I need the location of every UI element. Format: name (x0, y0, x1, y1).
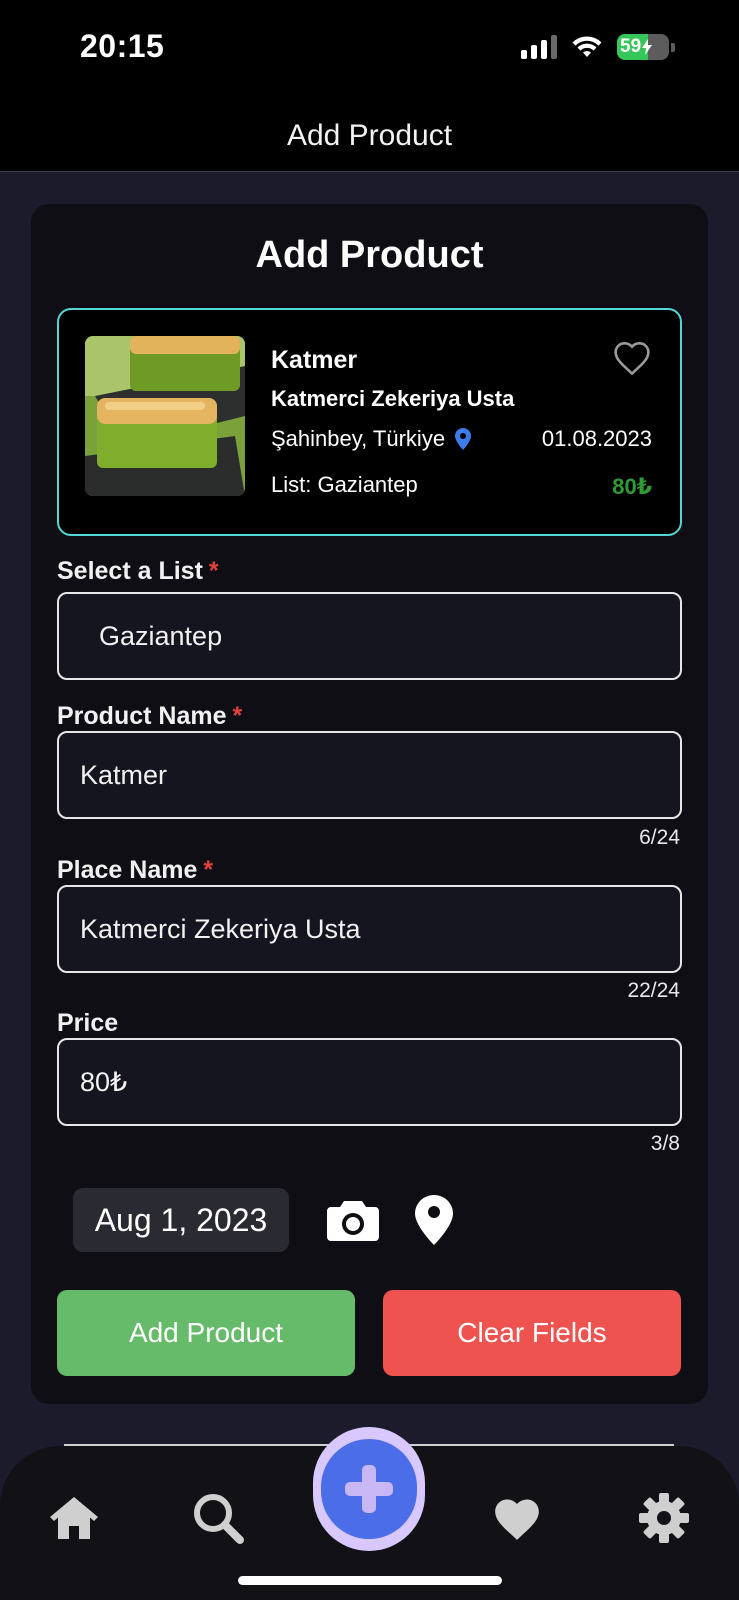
preview-place-name: Katmerci Zekeriya Usta (271, 386, 515, 411)
gear-icon (639, 1493, 689, 1543)
list-select[interactable]: Gaziantep (57, 592, 682, 680)
tab-home[interactable] (44, 1488, 104, 1548)
add-fab-button[interactable] (313, 1427, 425, 1551)
status-time: 20:15 (80, 28, 165, 64)
location-pin-icon (455, 428, 472, 450)
status-bar: 20:15 59 (0, 0, 739, 100)
preview-location: Şahinbey, Türkiye (271, 426, 472, 452)
battery-percent: 59 (620, 36, 642, 57)
price-input[interactable]: 80₺ (57, 1038, 682, 1126)
plus-icon (345, 1465, 393, 1513)
preview-list: List: Gaziantep (271, 472, 418, 497)
heart-outline-icon (614, 341, 650, 376)
list-select-value: Gaziantep (99, 620, 223, 651)
favorite-button[interactable] (612, 340, 652, 381)
status-icons: 59 (521, 34, 675, 60)
home-icon (50, 1497, 98, 1539)
preview-date: 01.08.2023 (541, 426, 652, 451)
battery-icon: 59 (617, 34, 669, 60)
product-name-input[interactable]: Katmer (57, 731, 682, 819)
fab-inner (321, 1439, 417, 1539)
product-name-counter: 6/24 (639, 826, 680, 849)
camera-icon (327, 1201, 379, 1241)
nav-header: Add Product (0, 100, 739, 172)
place-name-counter: 22/24 (627, 979, 680, 1002)
preview-product-name: Katmer (271, 346, 358, 374)
location-pin-icon (415, 1195, 453, 1245)
product-name-label: Product Name * (57, 702, 243, 730)
place-name-input[interactable]: Katmerci Zekeriya Usta (57, 885, 682, 973)
signal-icon (521, 35, 557, 59)
tab-search[interactable] (188, 1488, 248, 1548)
card-title: Add Product (255, 234, 484, 276)
place-name-label: Place Name * (57, 856, 214, 884)
tab-settings[interactable] (634, 1488, 694, 1548)
price-label: Price (57, 1009, 119, 1037)
preview-price: 80₺ (612, 474, 652, 499)
search-icon (194, 1494, 244, 1544)
list-label: Select a List * (57, 557, 219, 585)
add-product-button[interactable]: Add Product (57, 1290, 355, 1376)
product-photo (85, 336, 245, 496)
product-preview: Katmer Katmerci Zekeriya Usta Şahinbey, … (57, 308, 682, 536)
date-picker[interactable]: Aug 1, 2023 (73, 1188, 289, 1252)
add-product-card: Add Product Katmer Katmerci Zekeriya Ust… (31, 204, 708, 1404)
product-name-value: Katmer (80, 759, 168, 790)
tab-favorites[interactable] (487, 1488, 547, 1548)
clear-fields-button[interactable]: Clear Fields (383, 1290, 681, 1376)
price-counter: 3/8 (650, 1132, 680, 1155)
preview-location-text: Şahinbey, Türkiye (271, 426, 446, 451)
wifi-icon (572, 36, 602, 57)
heart-icon (495, 1499, 539, 1540)
home-indicator (238, 1576, 502, 1585)
place-name-value: Katmerci Zekeriya Usta (80, 913, 361, 944)
price-value: 80₺ (80, 1066, 128, 1097)
location-button[interactable] (415, 1188, 453, 1252)
camera-button[interactable] (327, 1196, 379, 1244)
nav-title: Add Product (286, 118, 453, 152)
